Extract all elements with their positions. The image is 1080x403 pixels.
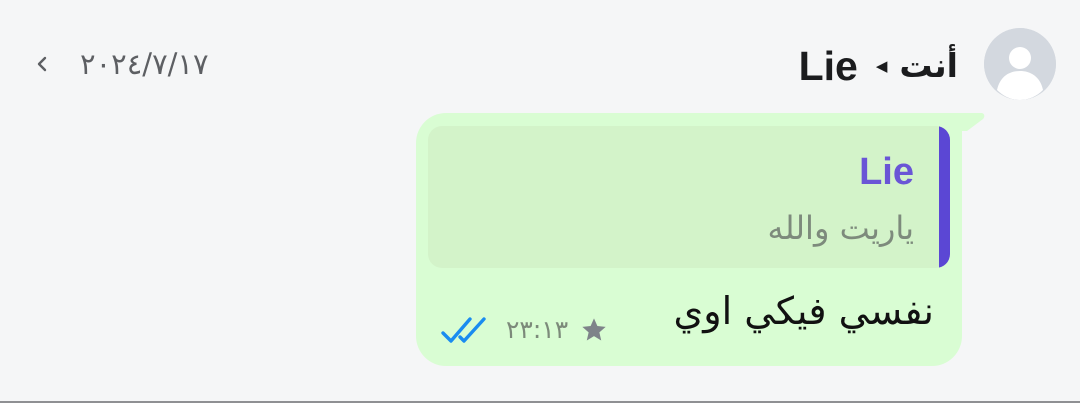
quoted-message[interactable]: Lie ياريت والله [428, 126, 950, 268]
message-meta: ٢٣:١٣ [440, 310, 608, 350]
quote-accent-bar [939, 126, 950, 268]
quoted-author: Lie [859, 151, 914, 193]
message-time: ٢٣:١٣ [506, 315, 569, 344]
double-check-icon [441, 317, 486, 343]
bubble-tail [955, 113, 985, 131]
triangle-left-icon: ◀ [875, 57, 888, 75]
chevron-left-icon[interactable] [32, 50, 52, 78]
sender-me-label: أنت [899, 46, 958, 85]
default-avatar-icon [984, 28, 1056, 100]
star-icon [582, 318, 606, 341]
sender-avatar[interactable] [984, 28, 1056, 100]
quoted-text: ياريت والله [767, 209, 914, 247]
message-date: ٢٠٢٤/٧/١٧ [80, 47, 209, 81]
message-info-screen: Lie ◀ أنت ٢٠٢٤/٧/١٧ Lie ياريت والله نفسي… [0, 0, 1080, 403]
sender-line: Lie ◀ أنت [799, 38, 958, 94]
message-text: نفسي فيكي اوي [673, 289, 934, 333]
recipient-name: Lie [798, 43, 858, 89]
